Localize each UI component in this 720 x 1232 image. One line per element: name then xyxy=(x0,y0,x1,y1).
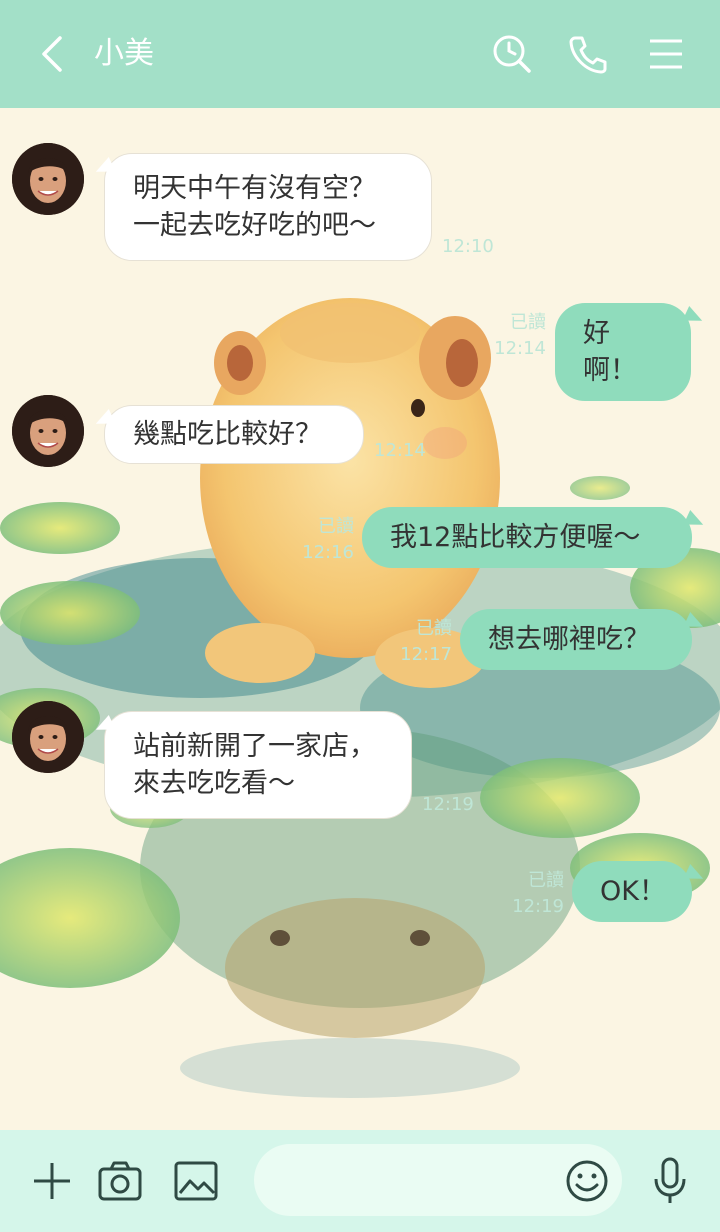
message-bubble-incoming[interactable]: 幾點吃比較好？ xyxy=(104,405,364,464)
message-time: 12:19 xyxy=(512,896,564,917)
avatar-image xyxy=(12,143,84,215)
message-bubble-incoming[interactable]: 站前新開了一家店， 來去吃吃看～ xyxy=(104,711,412,819)
message-bubble-outgoing[interactable]: OK！ xyxy=(572,861,692,922)
image-button[interactable] xyxy=(172,1157,220,1205)
avatar[interactable] xyxy=(12,395,84,467)
chat-title: 小美 xyxy=(94,36,154,71)
emoji-button[interactable] xyxy=(563,1157,611,1205)
microphone-icon xyxy=(654,1157,686,1203)
read-receipt: 已讀 xyxy=(528,870,564,891)
message-time: 12:17 xyxy=(400,644,452,665)
plus-icon xyxy=(34,1163,70,1199)
hamburger-menu-icon xyxy=(650,39,682,69)
search-clock-icon xyxy=(493,35,531,73)
message-time: 12:16 xyxy=(302,542,354,563)
input-bar xyxy=(0,1130,720,1232)
image-icon xyxy=(174,1161,218,1201)
smiley-icon xyxy=(566,1160,608,1202)
message-text: 我12點比較方便喔～ xyxy=(390,522,641,553)
phone-icon xyxy=(569,36,607,74)
avatar-image xyxy=(12,701,84,773)
menu-button[interactable] xyxy=(644,32,688,76)
avatar[interactable] xyxy=(12,701,84,773)
back-button[interactable] xyxy=(34,32,70,76)
message-time: 12:14 xyxy=(494,338,546,359)
message-line: 明天中午有沒有空？ xyxy=(133,173,376,204)
message-bubble-outgoing[interactable]: 好啊！ xyxy=(555,303,691,401)
message-time: 12:10 xyxy=(442,236,494,257)
chat-header: 小美 xyxy=(0,0,720,108)
message-bubble-incoming[interactable]: 明天中午有沒有空？ 一起去吃好吃的吧～ xyxy=(104,153,432,261)
message-time: 12:19 xyxy=(422,794,474,815)
read-receipt: 已讀 xyxy=(318,516,354,537)
read-receipt: 已讀 xyxy=(416,618,452,639)
camera-icon xyxy=(98,1161,142,1201)
camera-button[interactable] xyxy=(96,1157,144,1205)
message-line: 幾點吃比較好？ xyxy=(133,419,322,450)
message-line: 來去吃吃看～ xyxy=(133,768,295,799)
message-text: OK！ xyxy=(600,876,666,907)
message-bubble-outgoing[interactable]: 我12點比較方便喔～ xyxy=(362,507,692,568)
message-text: 好啊！ xyxy=(583,318,637,386)
search-button[interactable] xyxy=(490,32,534,76)
avatar[interactable] xyxy=(12,143,84,215)
message-text: 想去哪裡吃？ xyxy=(488,624,650,655)
voice-button[interactable] xyxy=(646,1157,694,1205)
chevron-left-icon xyxy=(42,36,62,72)
message-time: 12:14 xyxy=(374,440,426,461)
read-receipt: 已讀 xyxy=(510,312,546,333)
call-button[interactable] xyxy=(566,32,610,76)
avatar-image xyxy=(12,395,84,467)
message-line: 站前新開了一家店， xyxy=(133,731,376,762)
message-bubble-outgoing[interactable]: 想去哪裡吃？ xyxy=(460,609,692,670)
message-line: 一起去吃好吃的吧～ xyxy=(133,210,376,241)
add-button[interactable] xyxy=(28,1157,76,1205)
